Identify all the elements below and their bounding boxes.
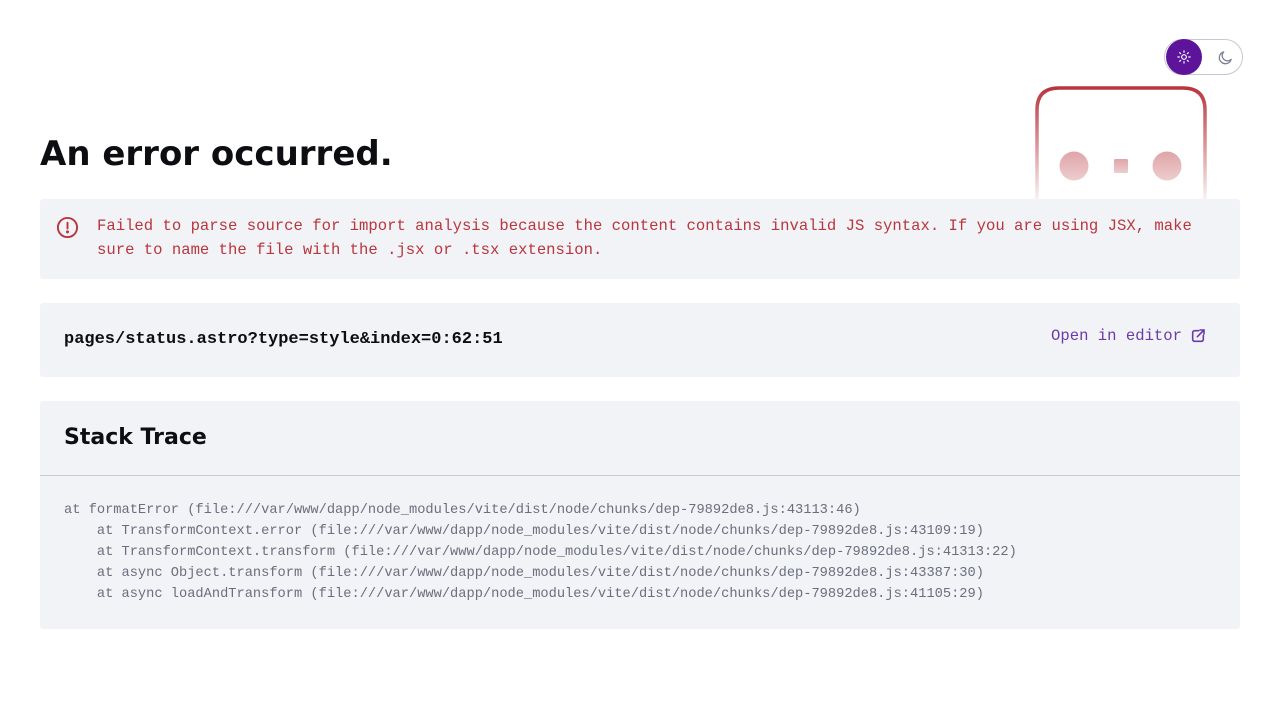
open-in-editor-link[interactable]: Open in editor (1051, 326, 1206, 346)
stack-trace-text: at formatError (file:///var/www/dapp/nod… (64, 500, 1017, 605)
stack-line: at async loadAndTransform (file:///var/w… (64, 587, 984, 602)
external-link-icon (1191, 329, 1205, 343)
alert-circle-icon (56, 216, 79, 239)
stack-line: at TransformContext.error (file:///var/w… (64, 524, 984, 539)
divider (40, 475, 1240, 476)
moon-icon (1218, 50, 1232, 64)
theme-toggle[interactable] (1164, 39, 1243, 75)
stack-line: at TransformContext.transform (file:///v… (64, 545, 1017, 560)
stack-line: at async Object.transform (file:///var/w… (64, 566, 984, 581)
error-message-box: Failed to parse source for import analys… (40, 199, 1240, 279)
open-in-editor-label: Open in editor (1051, 327, 1183, 345)
error-overlay-page: An error occurred. Failed to parse sourc… (0, 0, 1280, 720)
error-message: Failed to parse source for import analys… (97, 217, 1192, 259)
light-theme-button[interactable] (1166, 39, 1202, 75)
stack-trace-title: Stack Trace (64, 425, 207, 450)
error-location-box: pages/status.astro?type=style&index=0:62… (40, 303, 1240, 377)
stack-trace-panel: Stack Trace at formatError (file:///var/… (40, 401, 1240, 629)
dark-theme-button[interactable] (1207, 40, 1243, 74)
page-title: An error occurred. (40, 134, 393, 174)
error-file-path: pages/status.astro?type=style&index=0:62… (64, 330, 503, 349)
sun-icon (1177, 50, 1191, 64)
error-mascot-icon (1035, 86, 1207, 202)
stack-line: at formatError (file:///var/www/dapp/nod… (64, 503, 861, 518)
